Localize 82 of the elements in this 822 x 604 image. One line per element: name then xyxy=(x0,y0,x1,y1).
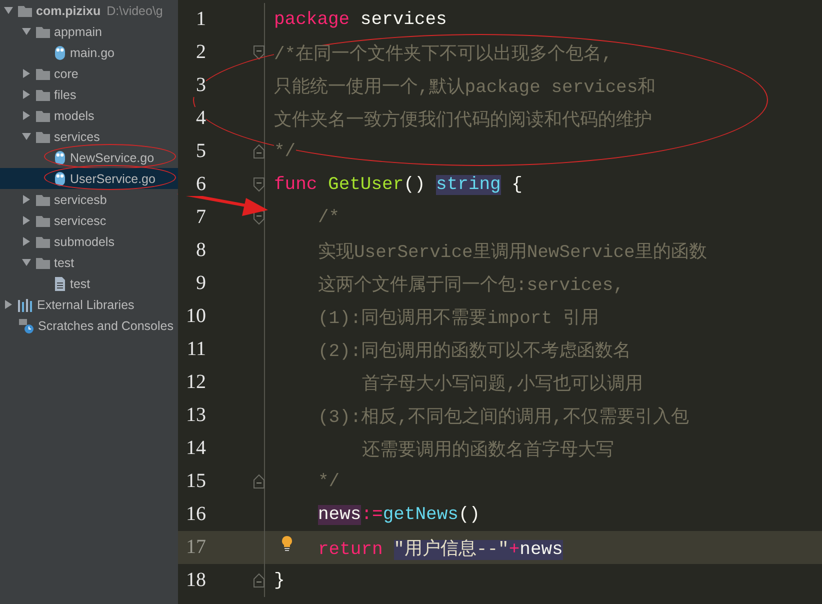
collapsed-arrow-icon[interactable] xyxy=(22,195,31,204)
highlighted-code-token: "用户信息--" xyxy=(394,540,509,560)
item-label: com.pizixu xyxy=(36,4,101,18)
highlighted-code-token: + xyxy=(508,540,520,560)
item-label: test xyxy=(54,256,74,270)
expanded-arrow-icon[interactable] xyxy=(22,258,31,267)
highlighted-code-token: string xyxy=(436,174,501,194)
expanded-arrow-icon[interactable] xyxy=(22,27,31,36)
tree-item[interactable]: appmain xyxy=(0,21,178,42)
code-token: (3):相反,不同包之间的调用,不仅需要引入包 xyxy=(318,408,689,428)
folder-icon xyxy=(36,67,50,80)
item-label: main.go xyxy=(70,46,114,60)
tree-item[interactable]: External Libraries xyxy=(0,294,178,315)
folder-icon xyxy=(36,256,50,269)
tree-item[interactable]: servicesc xyxy=(0,210,178,231)
tree-item[interactable]: servicesb xyxy=(0,189,178,210)
item-label: services xyxy=(54,130,100,144)
folder-icon xyxy=(36,193,50,206)
item-label: submodels xyxy=(54,234,114,248)
collapsed-arrow-icon[interactable] xyxy=(4,300,13,309)
folder-icon xyxy=(36,214,50,227)
code-token: } xyxy=(274,570,285,590)
item-label: Scratches and Consoles xyxy=(38,318,174,332)
item-label: UserService.go xyxy=(70,172,156,186)
lightbulb-icon[interactable] xyxy=(281,536,293,552)
tree-item[interactable]: services xyxy=(0,126,178,147)
collapsed-arrow-icon[interactable] xyxy=(22,111,31,120)
item-label: servicesc xyxy=(54,214,106,228)
item-label: files xyxy=(54,88,76,102)
folder-icon xyxy=(36,25,50,38)
code-token: (2):同包调用的函数可以不考虑函数名 xyxy=(318,342,632,362)
code-token: getNews xyxy=(382,504,458,524)
item-label: core xyxy=(54,66,78,80)
gopher-file-icon xyxy=(54,44,66,60)
tree-item[interactable]: core xyxy=(0,63,178,84)
highlighted-code-token: news xyxy=(520,540,563,560)
item-label: appmain xyxy=(54,24,102,38)
project-path: D:\video\g xyxy=(106,4,163,18)
item-label: NewService.go xyxy=(70,150,154,164)
item-label: servicesb xyxy=(54,192,107,206)
fold-start-icon[interactable] xyxy=(253,45,265,60)
item-label: External Libraries xyxy=(37,298,134,312)
collapsed-arrow-icon[interactable] xyxy=(22,69,31,78)
tree-item[interactable]: main.go xyxy=(0,42,178,63)
code-token: 首字母大小写问题,小写也可以调用 xyxy=(362,374,643,394)
code-token: 实现UserService里调用NewService里的函数 xyxy=(318,242,707,262)
fold-end-icon[interactable] xyxy=(253,474,265,489)
item-label: models xyxy=(54,108,94,122)
collapsed-arrow-icon[interactable] xyxy=(22,90,31,99)
tree-item[interactable]: submodels xyxy=(0,231,178,252)
tree-item[interactable]: test xyxy=(0,252,178,273)
code-token: 只能统一使用一个,默认package services和 xyxy=(274,78,656,98)
folder-icon xyxy=(18,4,32,17)
folder-icon xyxy=(36,88,50,101)
tree-item[interactable]: test xyxy=(0,273,178,294)
code-token: package xyxy=(274,10,350,30)
fold-start-icon[interactable] xyxy=(253,210,265,225)
tree-item[interactable]: UserService.go xyxy=(0,168,178,189)
folder-icon xyxy=(36,130,50,143)
fold-end-icon[interactable] xyxy=(253,144,265,159)
folder-icon xyxy=(36,235,50,248)
tree-item[interactable]: com.pizixu D:\video\g xyxy=(0,0,178,21)
item-label: test xyxy=(70,276,90,290)
tree-item[interactable]: Scratches and Consoles xyxy=(0,315,178,336)
expanded-arrow-icon[interactable] xyxy=(22,132,31,141)
gopher-file-icon xyxy=(54,170,66,186)
folder-icon xyxy=(36,109,50,122)
libraries-icon xyxy=(18,298,33,312)
scratches-icon xyxy=(18,318,34,334)
expanded-arrow-icon[interactable] xyxy=(4,6,13,15)
code-token: (1):同包调用不需要import 引用 xyxy=(318,308,599,328)
tree-item[interactable]: models xyxy=(0,105,178,126)
fold-end-icon[interactable] xyxy=(253,573,265,588)
highlighted-code-token: news xyxy=(318,504,362,524)
collapsed-arrow-icon[interactable] xyxy=(22,237,31,246)
tree-item[interactable]: files xyxy=(0,84,178,105)
collapsed-arrow-icon[interactable] xyxy=(22,216,31,225)
fold-start-icon[interactable] xyxy=(253,177,265,192)
file-icon xyxy=(54,276,66,292)
gopher-file-icon xyxy=(54,150,66,166)
code-token: 文件夹名一致方便我们代码的阅读和代码的维护 xyxy=(274,110,652,130)
code-token: 还需要调用的函数名首字母大写 xyxy=(362,440,614,460)
